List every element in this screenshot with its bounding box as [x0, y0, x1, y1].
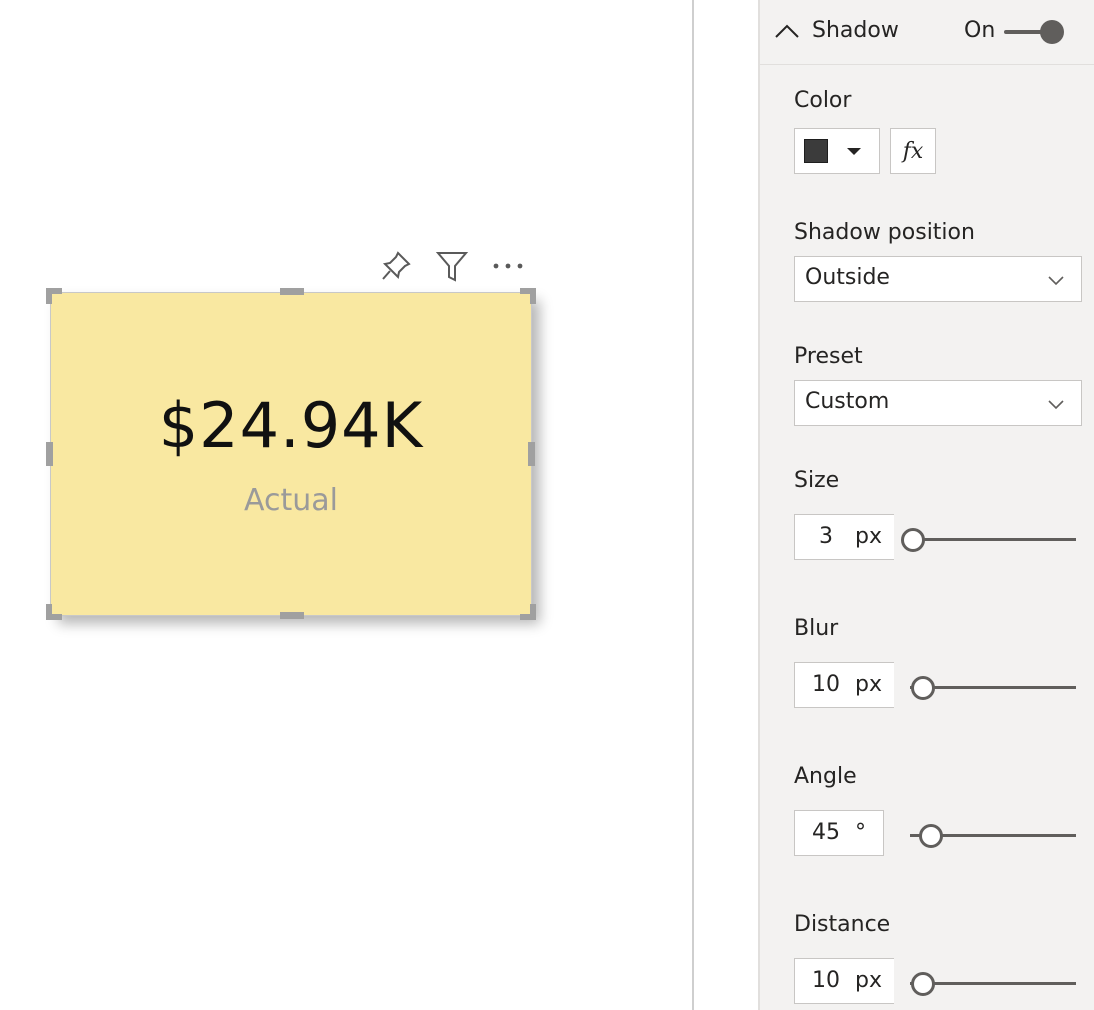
angle-input[interactable]: 45 ° — [794, 810, 884, 856]
card-visual[interactable]: $24.94K Actual — [50, 292, 532, 616]
distance-slider[interactable] — [910, 970, 1076, 996]
pane-gap — [694, 0, 758, 1010]
shadow-position-dropdown[interactable]: Outside — [794, 256, 1082, 302]
resize-handle-top[interactable] — [280, 288, 304, 295]
color-swatch — [804, 139, 828, 163]
blur-unit: px — [855, 672, 882, 697]
blur-input[interactable]: 10 px — [794, 662, 894, 708]
shadow-toggle-label: On — [964, 18, 996, 43]
chevron-down-icon — [1048, 400, 1064, 410]
format-pane: Shadow On Color fx Shadow position Outsi… — [758, 0, 1094, 1010]
resize-handle-right[interactable] — [528, 442, 535, 466]
preset-label: Preset — [794, 344, 863, 369]
card-label: Actual — [244, 483, 338, 518]
fx-button[interactable]: fx — [890, 128, 936, 174]
slider-thumb[interactable] — [918, 824, 943, 848]
filter-icon[interactable] — [432, 248, 472, 284]
resize-handle-left[interactable] — [46, 442, 53, 466]
preset-dropdown[interactable]: Custom — [794, 380, 1082, 426]
blur-label: Blur — [794, 616, 839, 641]
shadow-section-header[interactable]: Shadow On — [760, 0, 1094, 65]
distance-input[interactable]: 10 px — [794, 958, 894, 1004]
slider-thumb[interactable] — [911, 676, 936, 700]
angle-value: 45 — [812, 820, 840, 845]
chevron-down-icon — [1048, 276, 1064, 286]
angle-unit: ° — [855, 820, 866, 845]
distance-label: Distance — [794, 912, 891, 937]
slider-thumb[interactable] — [911, 972, 936, 996]
resize-handle-top-right[interactable] — [520, 288, 536, 304]
color-label: Color — [794, 88, 852, 113]
slider-thumb[interactable] — [901, 528, 926, 552]
color-picker-button[interactable] — [794, 128, 880, 174]
preset-value: Custom — [805, 389, 890, 414]
more-options-icon[interactable] — [488, 248, 528, 284]
resize-handle-bottom[interactable] — [280, 612, 304, 619]
distance-unit: px — [855, 968, 882, 993]
size-unit: px — [855, 524, 882, 549]
angle-slider[interactable] — [910, 822, 1076, 848]
blur-slider[interactable] — [910, 674, 1076, 700]
size-slider[interactable] — [901, 526, 1076, 552]
shadow-position-label: Shadow position — [794, 220, 975, 245]
chevron-up-icon[interactable] — [774, 18, 800, 44]
blur-value: 10 — [812, 672, 840, 697]
pin-icon[interactable] — [376, 248, 416, 284]
shadow-position-value: Outside — [805, 265, 890, 290]
shadow-toggle[interactable] — [1004, 19, 1066, 45]
size-input[interactable]: 3 px — [794, 514, 894, 560]
distance-value: 10 — [812, 968, 840, 993]
resize-handle-bottom-left[interactable] — [46, 604, 62, 620]
angle-label: Angle — [794, 764, 857, 789]
card-value: $24.94K — [158, 389, 424, 462]
size-label: Size — [794, 468, 840, 493]
caret-down-icon — [847, 148, 861, 155]
slider-rail — [910, 538, 1076, 541]
shadow-section-title: Shadow — [812, 18, 899, 43]
resize-handle-bottom-right[interactable] — [520, 604, 536, 620]
size-value: 3 — [819, 524, 833, 549]
resize-handle-top-left[interactable] — [46, 288, 62, 304]
toggle-knob — [1040, 20, 1064, 44]
